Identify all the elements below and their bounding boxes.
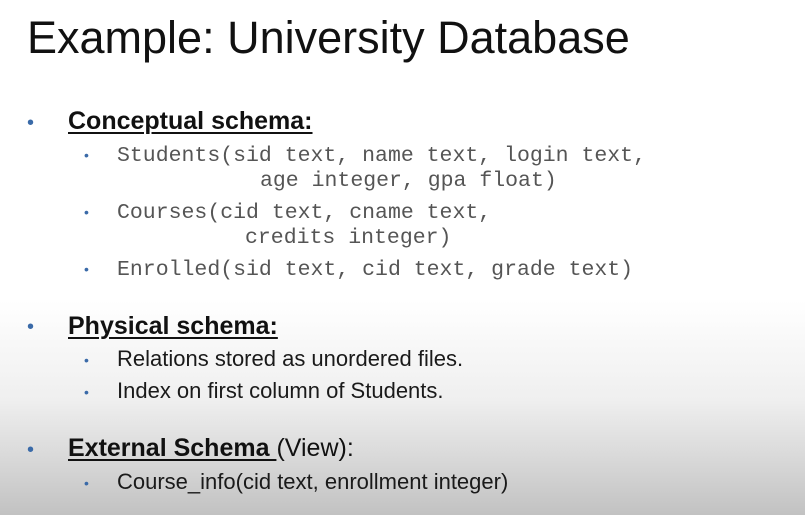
heading-suffix: (View):: [276, 434, 354, 462]
bullet-icon: •: [84, 352, 89, 368]
schema-students-line1: Students(sid text, name text, login text…: [117, 144, 646, 168]
external-item-course-info: Course_info(cid text, enrollment integer…: [117, 469, 509, 494]
bullet-icon: •: [84, 147, 89, 163]
bullet-icon: •: [27, 112, 35, 134]
physical-item-relations: Relations stored as unordered files.: [117, 346, 464, 371]
bullet-icon: •: [84, 261, 89, 277]
bullet-icon: •: [27, 316, 35, 338]
schema-courses-line1: Courses(cid text, cname text,: [117, 201, 492, 225]
schema-enrolled: Enrolled(sid text, cid text, grade text): [117, 258, 634, 282]
schema-courses-line2: credits integer): [245, 226, 452, 250]
heading-label: External Schema: [68, 434, 277, 462]
schema-students-line2: age integer, gpa float): [260, 169, 557, 193]
bullet-icon: •: [84, 204, 89, 220]
heading-label: Conceptual schema:: [68, 107, 313, 135]
heading-label: Physical schema:: [68, 312, 278, 340]
physical-schema-heading: Physical schema:: [68, 311, 278, 341]
conceptual-schema-heading: Conceptual schema:: [68, 106, 313, 136]
bullet-icon: •: [84, 384, 89, 400]
bullet-icon: •: [84, 475, 89, 491]
physical-item-index: Index on first column of Students.: [117, 378, 444, 403]
slide-title: Example: University Database: [27, 12, 630, 63]
bullet-icon: •: [27, 439, 35, 461]
external-schema-heading: External Schema (View):: [68, 433, 354, 463]
